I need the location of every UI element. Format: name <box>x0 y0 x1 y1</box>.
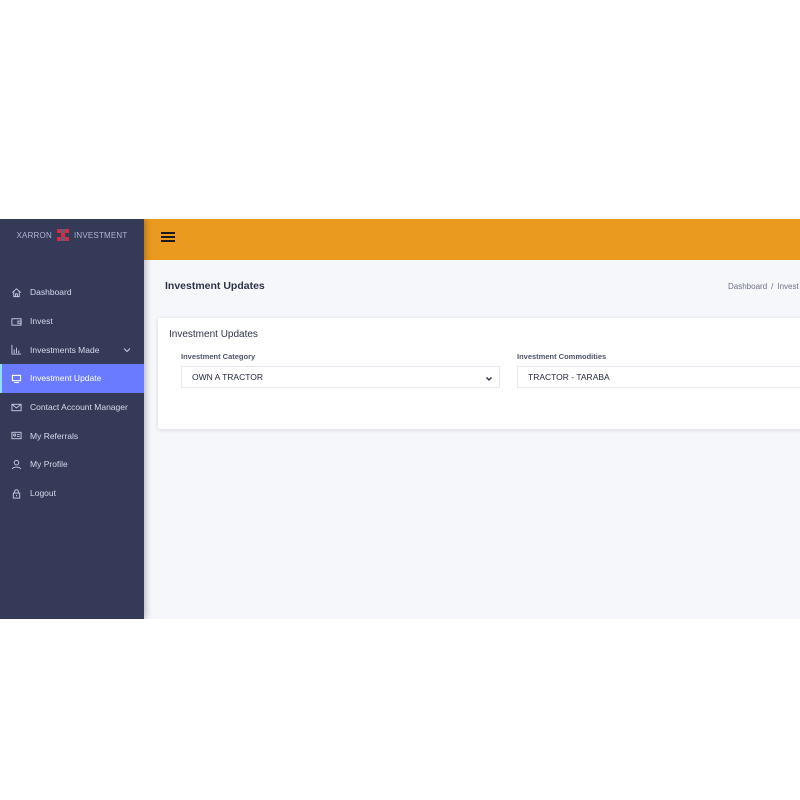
lock-icon <box>11 488 22 499</box>
investment-category-value: OWN A TRACTOR <box>192 372 264 382</box>
main-content: Investment Updates Dashboard / Invest Inve… <box>144 219 800 619</box>
sidebar-item-investments-made[interactable]: Investments Made <box>0 335 144 364</box>
brand-name-left: XARRON <box>16 230 52 240</box>
investment-category-label: Investment Category <box>181 352 256 361</box>
card-title: Investment Updates <box>169 329 258 340</box>
breadcrumb-separator: / <box>771 282 774 291</box>
monitor-icon <box>11 373 22 384</box>
sidebar-item-dashboard[interactable]: Dashboard <box>0 278 144 307</box>
sidebar-item-label: Contact Account Manager <box>30 402 128 413</box>
sidebar-item-contact-account-manager[interactable]: Contact Account Manager <box>0 393 144 422</box>
sidebar-item-my-profile[interactable]: My Profile <box>0 450 144 479</box>
envelope-icon <box>11 402 22 413</box>
id-card-icon <box>11 430 22 441</box>
chevron-down-icon[interactable] <box>123 345 131 355</box>
hamburger-icon[interactable] <box>161 230 175 244</box>
top-header-bar <box>144 219 800 260</box>
sidebar-item-invest[interactable]: Invest <box>0 307 144 336</box>
wallet-icon <box>11 316 22 327</box>
breadcrumb-home-link[interactable]: Dashboard <box>728 282 767 291</box>
sidebar-item-logout[interactable]: Logout <box>0 479 144 508</box>
bar-chart-icon <box>11 344 22 355</box>
investment-commodities-select[interactable]: TRACTOR - TARABA <box>517 366 800 388</box>
sidebar-item-label: Invest <box>30 316 53 327</box>
breadcrumb-current: Invest <box>777 282 799 291</box>
user-icon <box>11 459 22 470</box>
sidebar-item-my-referrals[interactable]: My Referrals <box>0 421 144 450</box>
investment-updates-card: Investment Updates Investment Category O… <box>158 318 800 429</box>
investment-commodities-label: Investment Commodities <box>517 352 607 361</box>
brand-name-right: INVESTMENT <box>73 230 128 240</box>
sidebar-item-investment-update[interactable]: Investment Update <box>0 364 144 393</box>
brand-logo[interactable]: XARRON INVESTMENT <box>0 227 144 243</box>
sidebar-nav: Dashboard Invest Investments Made Invest… <box>0 278 144 508</box>
home-icon <box>11 287 22 298</box>
sidebar-item-label: Logout <box>30 488 56 499</box>
sidebar-item-label: My Profile <box>30 459 68 470</box>
chevron-down-icon <box>485 374 493 384</box>
investment-commodities-value: TRACTOR - TARABA <box>528 372 610 382</box>
investment-category-select[interactable]: OWN A TRACTOR <box>181 366 500 388</box>
page-title: Investment Updates <box>165 280 265 292</box>
sidebar: XARRON INVESTMENT Dashboard Invest Inves… <box>0 219 144 619</box>
sidebar-item-label: Dashboard <box>30 287 72 298</box>
breadcrumb: Dashboard / Invest <box>728 282 799 291</box>
sidebar-item-label: My Referrals <box>30 430 79 441</box>
sidebar-item-label: Investment Update <box>30 373 102 384</box>
logo-checker-icon <box>56 229 69 241</box>
sidebar-item-label: Investments Made <box>30 344 100 355</box>
app-window: XARRON INVESTMENT Dashboard Invest Inves… <box>0 219 800 619</box>
